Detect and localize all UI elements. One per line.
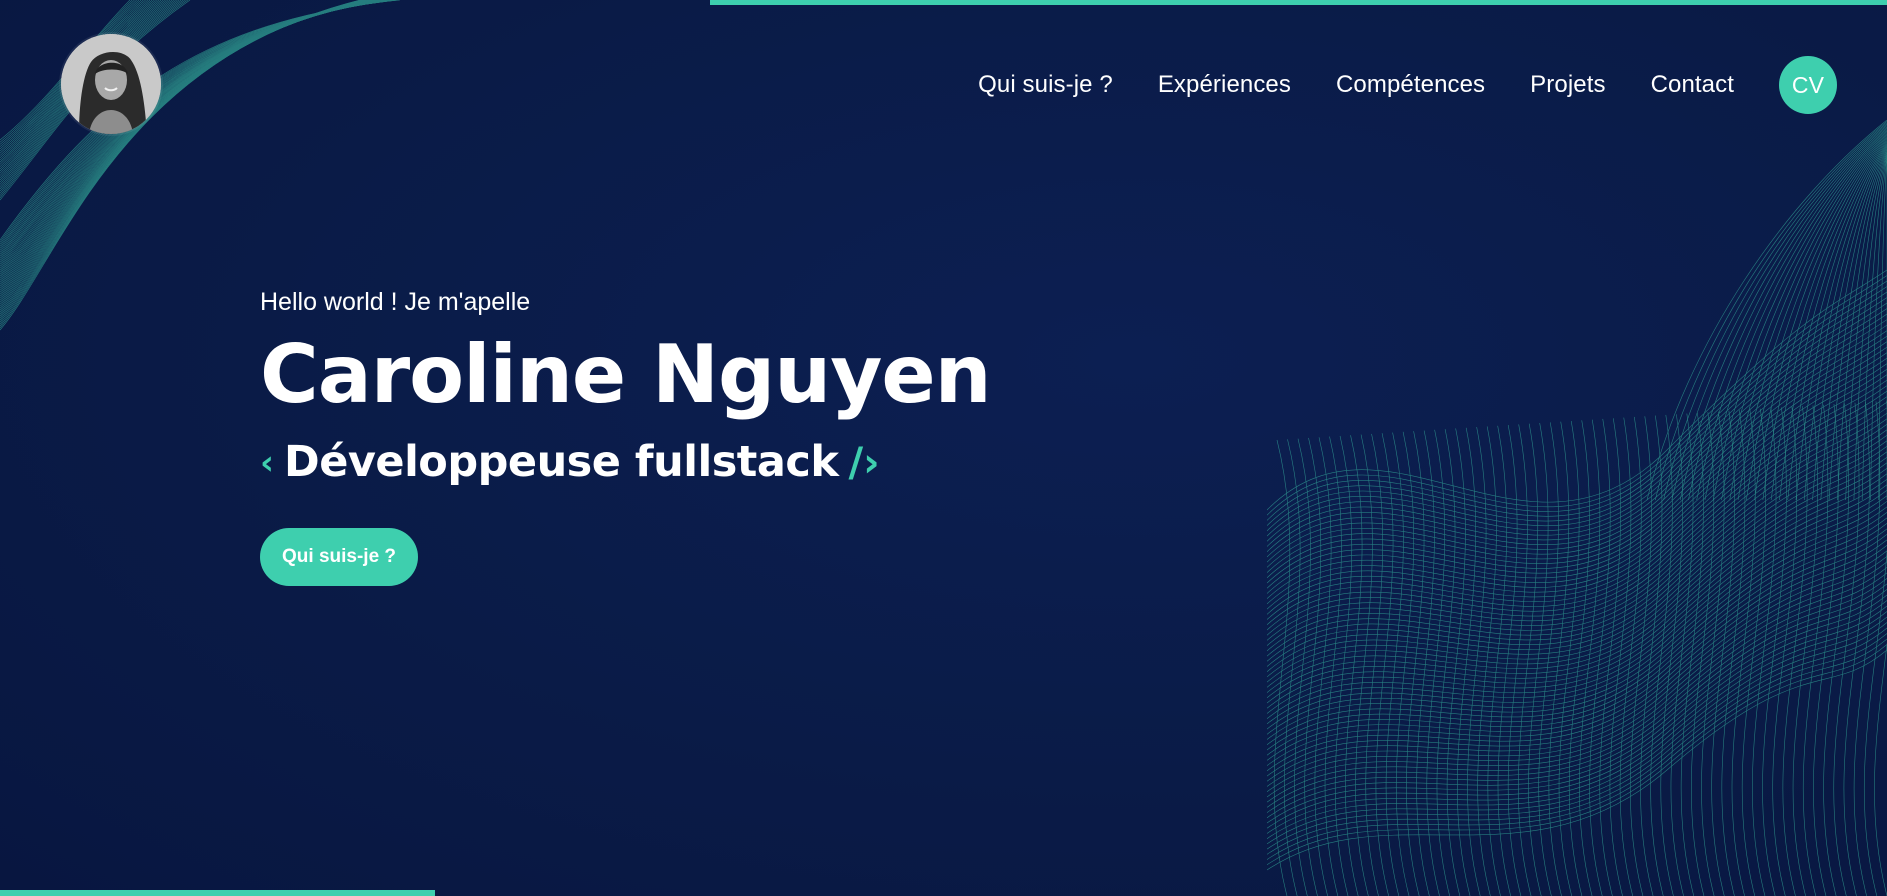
nav-item-contact[interactable]: Contact xyxy=(1651,71,1734,99)
main-nav: Qui suis-je ? Expériences Compétences Pr… xyxy=(978,56,1837,114)
nav-item-qui-suis-je[interactable]: Qui suis-je ? xyxy=(978,71,1113,99)
hero-greeting: Hello world ! Je m'apelle xyxy=(260,288,531,316)
wave-mesh-bottom-right-icon xyxy=(1267,120,1887,896)
profile-photo-icon xyxy=(61,34,161,134)
nav-item-experiences[interactable]: Expériences xyxy=(1158,71,1291,99)
hero-section: Hello world ! Je m'apelle Caroline Nguye… xyxy=(260,288,992,586)
cv-button[interactable]: CV xyxy=(1779,56,1837,114)
top-accent-bar xyxy=(710,0,1887,5)
nav-item-competences[interactable]: Compétences xyxy=(1336,71,1485,99)
page: Qui suis-je ? Expériences Compétences Pr… xyxy=(0,0,1887,896)
code-close-tag-icon: /› xyxy=(848,439,880,486)
hero-name: Caroline Nguyen xyxy=(260,328,992,421)
hero-role: ‹ Développeuse fullstack /› xyxy=(260,441,991,484)
qui-suis-je-button[interactable]: Qui suis-je ? xyxy=(260,528,419,586)
code-open-tag-icon: ‹ xyxy=(260,442,275,483)
bottom-accent-bar xyxy=(0,890,435,896)
hero-role-text: Développeuse fullstack xyxy=(284,437,839,487)
avatar[interactable] xyxy=(61,34,161,134)
nav-item-projets[interactable]: Projets xyxy=(1530,71,1605,99)
